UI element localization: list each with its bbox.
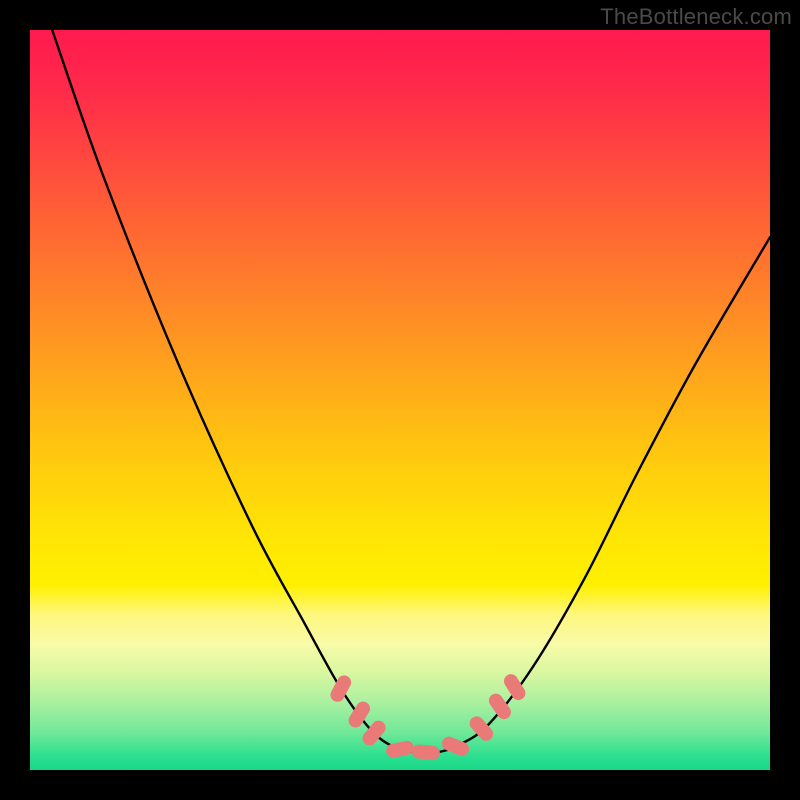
curve-svg: [30, 30, 770, 770]
marker-capsule: [440, 735, 471, 758]
curve-markers: [328, 672, 528, 761]
marker-capsule: [328, 673, 354, 704]
watermark-text: TheBottleneck.com: [600, 4, 792, 30]
chart-frame: TheBottleneck.com: [0, 0, 800, 800]
bottleneck-curve: [52, 30, 770, 753]
marker-capsule: [501, 672, 528, 703]
marker-capsule: [486, 691, 514, 722]
marker-capsule: [411, 744, 440, 760]
marker-capsule: [385, 740, 415, 760]
plot-area: [30, 30, 770, 770]
